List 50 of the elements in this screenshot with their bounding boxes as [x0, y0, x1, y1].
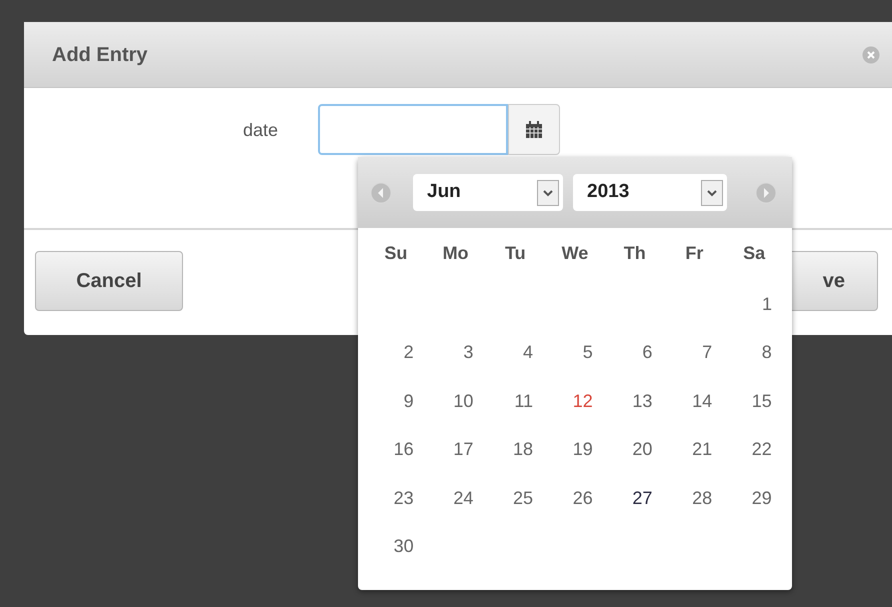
date-field[interactable] [318, 104, 508, 155]
cancel-button[interactable]: Cancel [35, 251, 183, 311]
field-label: date [242, 119, 279, 142]
caret-icon [701, 180, 723, 206]
caret-icon [537, 180, 559, 206]
month-select[interactable]: Jun [413, 174, 563, 211]
previous-month-icon[interactable] [370, 182, 392, 204]
close-icon[interactable] [862, 46, 880, 64]
calendar-button[interactable] [508, 104, 560, 155]
calendar-day[interactable]: 12 [572, 388, 593, 415]
calendar-day[interactable]: 2 [404, 339, 414, 366]
calendar-day[interactable]: 28 [692, 484, 712, 512]
dialog-title: Add Entry [52, 42, 148, 68]
next-month-icon[interactable] [755, 182, 777, 204]
weekday-label: Fr [684, 242, 704, 265]
weekday-label: Mo [442, 242, 470, 265]
calendar-day[interactable]: 1 [762, 290, 772, 318]
weekday-label: Sa [742, 242, 766, 265]
calendar-day[interactable]: 7 [702, 339, 712, 366]
calendar-day[interactable]: 6 [642, 339, 652, 366]
calendar-day[interactable]: 26 [572, 484, 593, 512]
calendar-day[interactable]: 14 [692, 388, 712, 415]
calendar-day[interactable]: 5 [582, 339, 593, 366]
calendar-day[interactable]: 16 [394, 436, 414, 464]
calendar-day[interactable]: 18 [513, 436, 534, 464]
calendar-day[interactable]: 23 [394, 484, 414, 512]
calendar-day[interactable]: 21 [692, 436, 712, 464]
calendar-day[interactable]: 13 [632, 388, 652, 415]
calendar-day[interactable]: 29 [752, 484, 772, 512]
weekday-label: Th [622, 242, 647, 265]
calendar-day[interactable]: 17 [453, 436, 474, 464]
calendar-icon [525, 120, 543, 138]
calendar-day[interactable]: 9 [404, 388, 414, 415]
calendar-day[interactable]: 24 [453, 484, 474, 512]
calendar-day[interactable]: 15 [752, 388, 772, 415]
weekday-label: We [560, 242, 590, 265]
calendar-day[interactable]: 19 [572, 436, 593, 464]
calendar-day[interactable]: 20 [632, 436, 652, 464]
calendar-day[interactable]: 4 [523, 339, 534, 366]
calendar-day[interactable]: 11 [514, 388, 534, 415]
calendar-day[interactable]: 30 [394, 533, 414, 560]
calendar-day[interactable]: 22 [752, 436, 772, 464]
year-select[interactable]: 2013 [573, 174, 727, 211]
calendar-day[interactable]: 27 [632, 484, 652, 512]
calendar-day[interactable]: 3 [463, 339, 474, 366]
calendar-day[interactable]: 25 [513, 484, 534, 512]
calendar-day[interactable]: 10 [453, 388, 474, 415]
weekday-label: Su [383, 242, 408, 265]
calendar-day[interactable]: 8 [762, 339, 772, 366]
weekday-label: Tu [504, 242, 527, 265]
